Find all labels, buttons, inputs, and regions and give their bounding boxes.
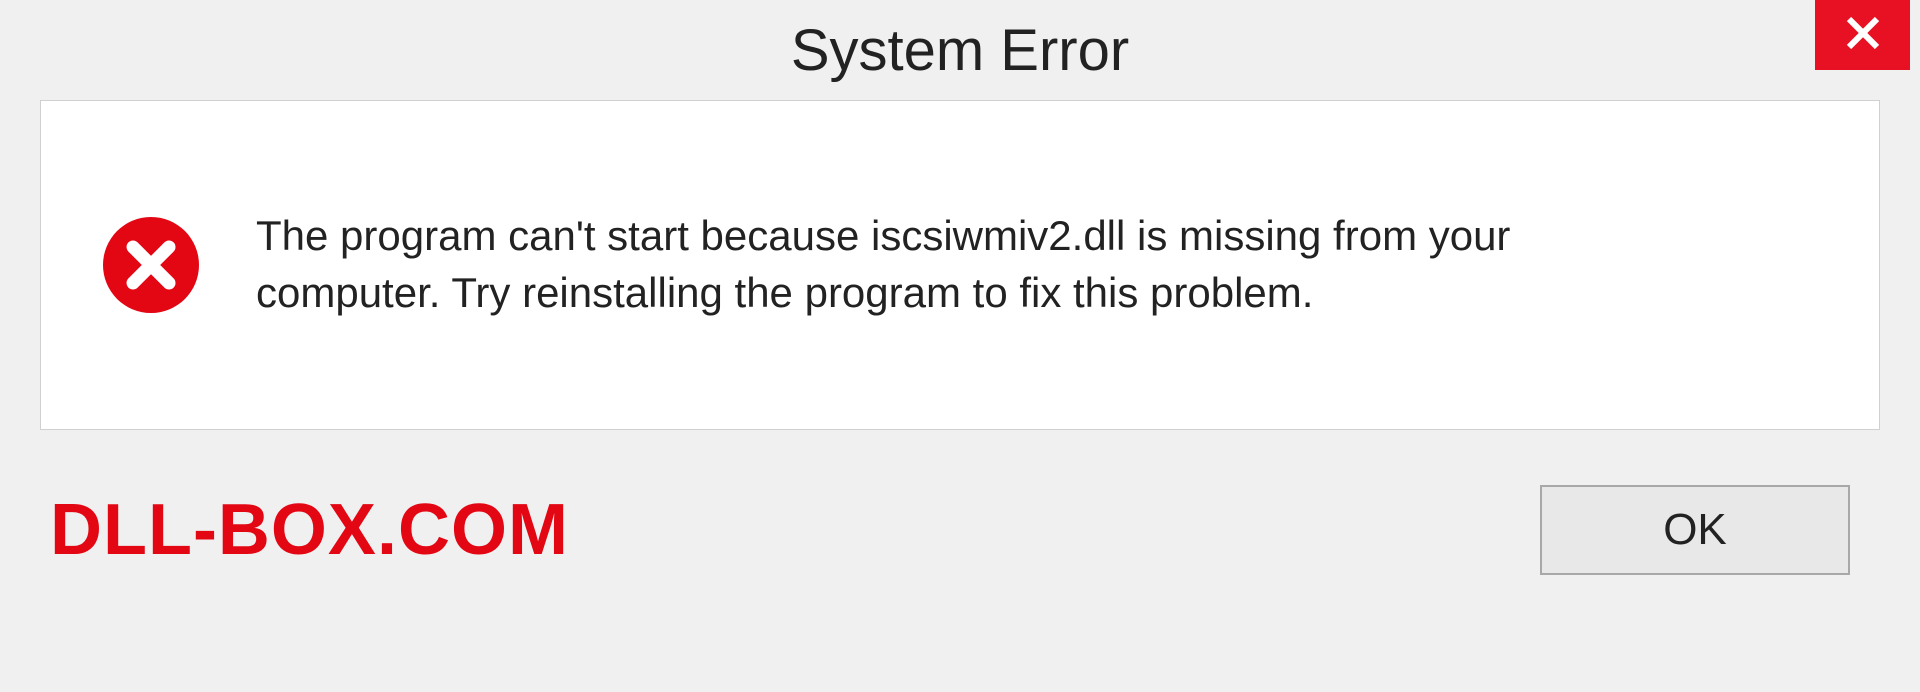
error-icon bbox=[101, 215, 201, 315]
close-button[interactable] bbox=[1815, 0, 1910, 70]
dialog-title: System Error bbox=[791, 17, 1129, 84]
ok-button-label: OK bbox=[1663, 505, 1727, 555]
titlebar: System Error bbox=[0, 0, 1920, 100]
brand-text: DLL-BOX.COM bbox=[50, 489, 569, 571]
error-message: The program can't start because iscsiwmi… bbox=[256, 208, 1706, 321]
footer: DLL-BOX.COM OK bbox=[40, 430, 1880, 630]
close-icon bbox=[1842, 12, 1884, 59]
content-panel: The program can't start because iscsiwmi… bbox=[40, 100, 1880, 430]
ok-button[interactable]: OK bbox=[1540, 485, 1850, 575]
